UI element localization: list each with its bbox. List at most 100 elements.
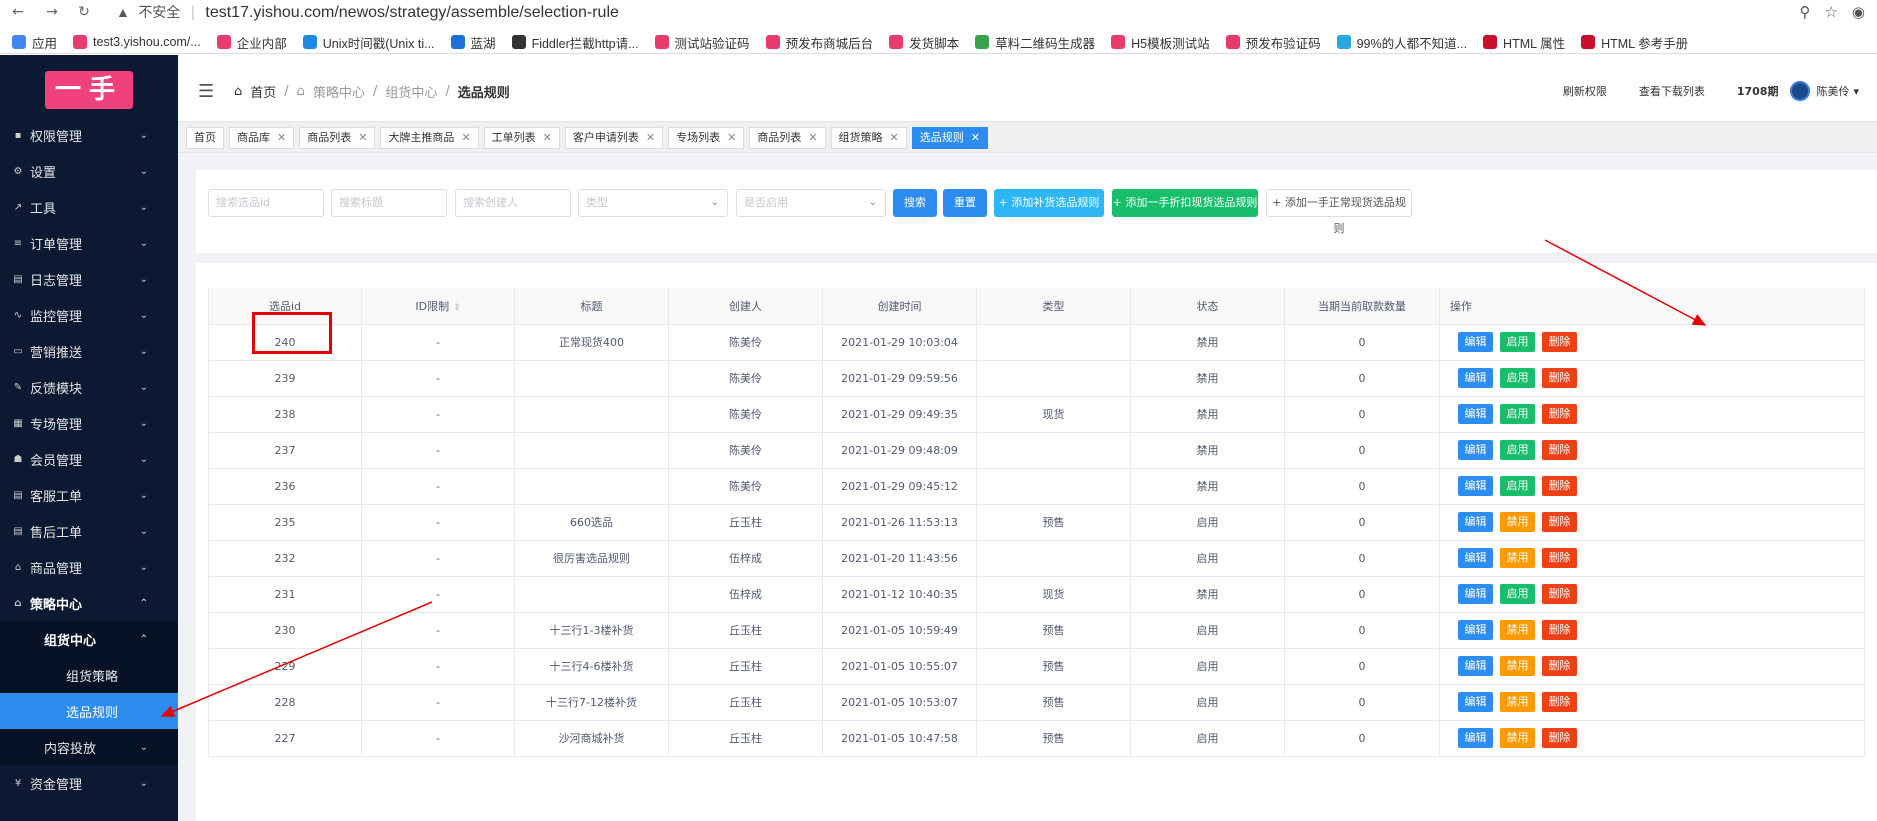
refresh-permission-link[interactable]: 刷新权限 bbox=[1563, 83, 1607, 99]
bookmark-item[interactable]: test3.yishou.com/... bbox=[73, 35, 201, 49]
enable-button[interactable]: 启用 bbox=[1500, 332, 1535, 352]
sidebar-item-2[interactable]: ↗ 工具 ⌄ bbox=[0, 189, 178, 225]
delete-button[interactable]: 删除 bbox=[1542, 620, 1577, 640]
tab-item[interactable]: 商品库 ✕ bbox=[229, 127, 295, 149]
star-icon[interactable]: ☆ bbox=[1824, 1, 1837, 23]
bookmark-item[interactable]: Unix时间戳(Unix ti... bbox=[302, 33, 435, 52]
delete-button[interactable]: 删除 bbox=[1542, 440, 1577, 460]
sidebar-item-11[interactable]: ▤ 售后工单 ⌄ bbox=[0, 513, 178, 549]
close-icon[interactable]: ✕ bbox=[461, 128, 470, 148]
reset-button[interactable]: 重置 bbox=[943, 189, 987, 217]
bookmark-item[interactable]: 草料二维码生成器 bbox=[975, 33, 1095, 52]
edit-button[interactable]: 编辑 bbox=[1458, 512, 1493, 532]
breadcrumb-assemble[interactable]: 组货中心 bbox=[385, 82, 437, 101]
disable-button[interactable]: 禁用 bbox=[1500, 728, 1535, 748]
col-id-limit[interactable]: ID限制 ⇕ bbox=[361, 288, 515, 325]
sidebar-item-12[interactable]: ⌂ 商品管理 ⌄ bbox=[0, 549, 178, 585]
bookmark-item[interactable]: 预发布商城后台 bbox=[765, 33, 873, 52]
bookmark-item[interactable]: Fiddler拦截http请... bbox=[511, 33, 639, 52]
disable-button[interactable]: 禁用 bbox=[1500, 548, 1535, 568]
back-icon[interactable]: ← bbox=[8, 3, 28, 21]
download-list-link[interactable]: 查看下载列表 bbox=[1639, 83, 1705, 99]
tab-item[interactable]: 选品规则 ✕ bbox=[911, 127, 988, 149]
tab-item[interactable]: 专场列表 ✕ bbox=[668, 127, 745, 149]
close-icon[interactable]: ✕ bbox=[543, 128, 552, 148]
close-icon[interactable]: ✕ bbox=[277, 128, 286, 148]
reload-icon[interactable]: ↻ bbox=[74, 3, 94, 21]
user-name[interactable]: 陈美伶 bbox=[1816, 83, 1849, 99]
enable-button[interactable]: 启用 bbox=[1500, 404, 1535, 424]
type-select[interactable]: 类型 ⌄ bbox=[578, 189, 728, 217]
tab-item[interactable]: 工单列表 ✕ bbox=[483, 127, 560, 149]
search-title-input[interactable]: 搜索标题 bbox=[331, 189, 447, 217]
sidebar-item-5[interactable]: ∿ 监控管理 ⌄ bbox=[0, 297, 178, 333]
edit-button[interactable]: 编辑 bbox=[1458, 728, 1493, 748]
sidebar-item-0[interactable]: ▪ 权限管理 ⌄ bbox=[0, 117, 178, 153]
edit-button[interactable]: 编辑 bbox=[1458, 584, 1493, 604]
delete-button[interactable]: 删除 bbox=[1542, 656, 1577, 676]
tab-item[interactable]: 大牌主推商品 ✕ bbox=[380, 127, 479, 149]
bookmark-item[interactable]: 测试站验证码 bbox=[654, 33, 750, 52]
sort-icon[interactable]: ⇕ bbox=[453, 303, 461, 313]
delete-button[interactable]: 删除 bbox=[1542, 512, 1577, 532]
enable-button[interactable]: 启用 bbox=[1500, 440, 1535, 460]
bookmark-item[interactable]: 蓝湖 bbox=[450, 33, 496, 52]
sidebar-item-8[interactable]: ▦ 专场管理 ⌄ bbox=[0, 405, 178, 441]
sidebar-item-6[interactable]: ▭ 营销推送 ⌄ bbox=[0, 333, 178, 369]
enable-button[interactable]: 启用 bbox=[1500, 584, 1535, 604]
sidebar-item-9[interactable]: ☗ 会员管理 ⌄ bbox=[0, 441, 178, 477]
zoom-icon[interactable]: ⚲ bbox=[1799, 1, 1810, 23]
sidebar-item-4[interactable]: ▤ 日志管理 ⌄ bbox=[0, 261, 178, 297]
add-normal-rule-button[interactable]: + 添加一手正常现货选品规则 bbox=[1266, 189, 1412, 235]
forward-icon[interactable]: → bbox=[42, 3, 62, 21]
search-id-input[interactable]: 搜索选品id bbox=[208, 189, 324, 217]
sidebar-item-7[interactable]: ✎ 反馈模块 ⌄ bbox=[0, 369, 178, 405]
enable-button[interactable]: 启用 bbox=[1500, 368, 1535, 388]
sidebar-subitem-0[interactable]: 组货策略 bbox=[0, 657, 178, 693]
edit-button[interactable]: 编辑 bbox=[1458, 548, 1493, 568]
edit-button[interactable]: 编辑 bbox=[1458, 368, 1493, 388]
disable-button[interactable]: 禁用 bbox=[1500, 692, 1535, 712]
profile-icon[interactable]: ◉ bbox=[1852, 1, 1865, 23]
delete-button[interactable]: 删除 bbox=[1542, 368, 1577, 388]
enabled-select[interactable]: 是否启用 ⌄ bbox=[736, 189, 886, 217]
disable-button[interactable]: 禁用 bbox=[1500, 512, 1535, 532]
bookmark-item[interactable]: 应用 bbox=[12, 33, 57, 52]
edit-button[interactable]: 编辑 bbox=[1458, 440, 1493, 460]
tab-item[interactable]: 商品列表 ✕ bbox=[749, 127, 826, 149]
delete-button[interactable]: 删除 bbox=[1542, 548, 1577, 568]
sidebar-item-1[interactable]: ⚙ 设置 ⌄ bbox=[0, 153, 178, 189]
delete-button[interactable]: 删除 bbox=[1542, 332, 1577, 352]
edit-button[interactable]: 编辑 bbox=[1458, 656, 1493, 676]
url-bar[interactable]: ▲ 不安全 | test17.yishou.com/newos/strategy… bbox=[116, 1, 619, 23]
avatar[interactable] bbox=[1790, 81, 1811, 101]
bookmark-item[interactable]: 发货脚本 bbox=[889, 33, 959, 52]
bookmark-item[interactable]: HTML 属性 bbox=[1483, 33, 1565, 52]
sidebar-subitem-active[interactable]: 选品规则 bbox=[0, 693, 178, 729]
bookmark-item[interactable]: H5模板测试站 bbox=[1111, 33, 1210, 52]
delete-button[interactable]: 删除 bbox=[1542, 476, 1577, 496]
edit-button[interactable]: 编辑 bbox=[1458, 620, 1493, 640]
edit-button[interactable]: 编辑 bbox=[1458, 476, 1493, 496]
close-icon[interactable]: ✕ bbox=[808, 128, 817, 148]
tab-item[interactable]: 客户申请列表 ✕ bbox=[564, 127, 664, 149]
close-icon[interactable]: ✕ bbox=[358, 128, 367, 148]
close-icon[interactable]: ✕ bbox=[646, 128, 655, 148]
delete-button[interactable]: 删除 bbox=[1542, 692, 1577, 712]
bookmark-item[interactable]: 预发布验证码 bbox=[1225, 33, 1321, 52]
sidebar-subgroup[interactable]: 组货中心 ⌃ bbox=[0, 621, 178, 657]
breadcrumb-home[interactable]: 首页 bbox=[250, 82, 276, 101]
tab-item[interactable]: 商品列表 ✕ bbox=[299, 127, 376, 149]
bookmark-item[interactable]: 企业内部 bbox=[216, 33, 287, 52]
url-text[interactable]: test17.yishou.com/newos/strategy/assembl… bbox=[205, 4, 619, 21]
edit-button[interactable]: 编辑 bbox=[1458, 692, 1493, 712]
search-button[interactable]: 搜索 bbox=[893, 189, 937, 217]
delete-button[interactable]: 删除 bbox=[1542, 728, 1577, 748]
edit-button[interactable]: 编辑 bbox=[1458, 332, 1493, 352]
disable-button[interactable]: 禁用 bbox=[1500, 656, 1535, 676]
bookmark-item[interactable]: 99%的人都不知道... bbox=[1336, 33, 1467, 52]
add-discount-rule-button[interactable]: + 添加一手折扣现货选品规则 bbox=[1112, 189, 1258, 217]
tab-item[interactable]: 组货策略 ✕ bbox=[830, 127, 907, 149]
close-icon[interactable]: ✕ bbox=[890, 128, 899, 148]
add-restock-rule-button[interactable]: + 添加补货选品规则 bbox=[994, 189, 1104, 217]
